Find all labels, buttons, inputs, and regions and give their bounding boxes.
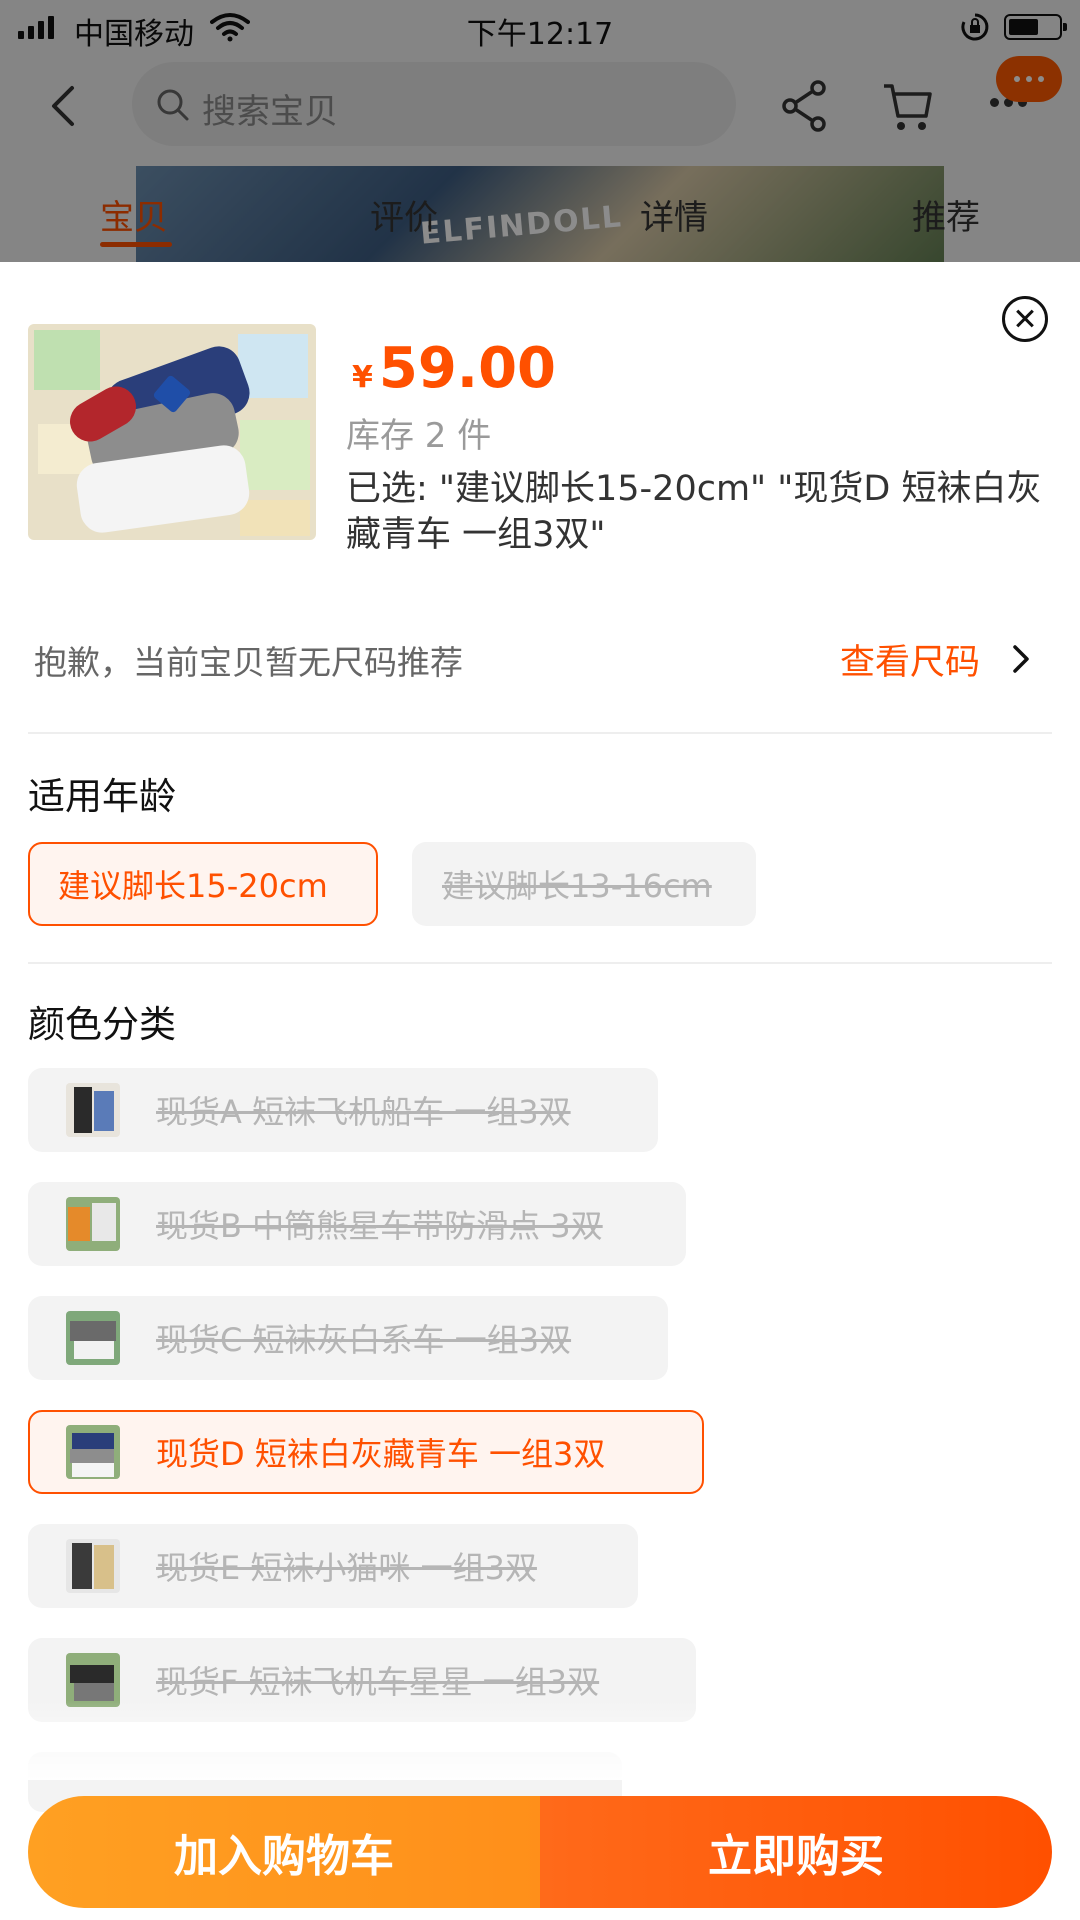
color-section-title: 颜色分类 — [28, 1003, 176, 1046]
color-option-label: 现货B 中筒熊星车带防滑点 3双 — [156, 1207, 603, 1245]
add-to-cart-button[interactable]: 加入购物车 — [28, 1796, 540, 1908]
color-option-e[interactable]: 现货E 短袜小猫咪 一组3双 — [28, 1524, 638, 1608]
color-option-thumbnail — [66, 1653, 120, 1707]
age-section-title: 适用年龄 — [28, 775, 176, 818]
color-option-label: 现货C 短袜灰白系车 一组3双 — [156, 1321, 572, 1359]
price-value: 59.00 — [378, 336, 557, 401]
currency-symbol: ¥ — [352, 360, 373, 395]
age-option-label: 建议脚长15-20cm — [58, 867, 328, 905]
background-page: ELFINDOLL 中国移动 下午12:17 搜索宝贝 宝贝 评价 详情 推荐 — [0, 0, 1080, 262]
color-option-c[interactable]: 现货C 短袜灰白系车 一组3双 — [28, 1296, 668, 1380]
color-option-a[interactable]: 现货A 短袜飞机船车 一组3双 — [28, 1068, 658, 1152]
sku-selection-sheet: ¥59.00 库存 2 件 已选: "建议脚长15-20cm" "现货D 短袜白… — [0, 262, 1080, 1920]
close-icon[interactable] — [1002, 296, 1048, 342]
color-option-thumbnail — [66, 1539, 120, 1593]
stock-count: 库存 2 件 — [346, 416, 492, 456]
color-option-thumbnail — [66, 1083, 120, 1137]
color-option-label: 现货F 短袜飞机车星星 一组3双 — [156, 1663, 600, 1701]
color-option-b[interactable]: 现货B 中筒熊星车带防滑点 3双 — [28, 1182, 686, 1266]
age-option-15-20cm[interactable]: 建议脚长15-20cm — [28, 842, 378, 926]
buy-now-button[interactable]: 立即购买 — [540, 1796, 1052, 1908]
color-option-label: 现货D 短袜白灰藏青车 一组3双 — [156, 1435, 606, 1473]
scroll-fade — [0, 1700, 1080, 1780]
age-option-label: 建议脚长13-16cm — [442, 867, 712, 905]
dim-overlay[interactable] — [0, 0, 1080, 262]
product-thumbnail[interactable] — [28, 324, 316, 540]
chevron-right-icon[interactable] — [1012, 644, 1030, 674]
color-option-thumbnail — [66, 1197, 120, 1251]
color-option-label: 现货A 短袜飞机船车 一组3双 — [156, 1093, 571, 1131]
view-size-chart-link[interactable]: 查看尺码 — [840, 634, 980, 685]
color-option-thumbnail — [66, 1311, 120, 1365]
color-option-label: 现货E 短袜小猫咪 一组3双 — [156, 1549, 537, 1587]
size-message: 抱歉，当前宝贝暂无尺码推荐 — [34, 643, 463, 682]
size-recommendation-row: 抱歉，当前宝贝暂无尺码推荐 查看尺码 — [0, 614, 1080, 702]
action-bar: 加入购物车 立即购买 — [28, 1796, 1052, 1908]
divider — [28, 732, 1052, 734]
color-option-thumbnail — [66, 1425, 120, 1479]
age-option-13-16cm[interactable]: 建议脚长13-16cm — [412, 842, 756, 926]
selected-summary: 已选: "建议脚长15-20cm" "现货D 短袜白灰藏青车 一组3双" — [346, 469, 1042, 555]
color-option-d[interactable]: 现货D 短袜白灰藏青车 一组3双 — [28, 1410, 704, 1494]
price: ¥59.00 — [352, 336, 556, 401]
divider — [28, 962, 1052, 964]
